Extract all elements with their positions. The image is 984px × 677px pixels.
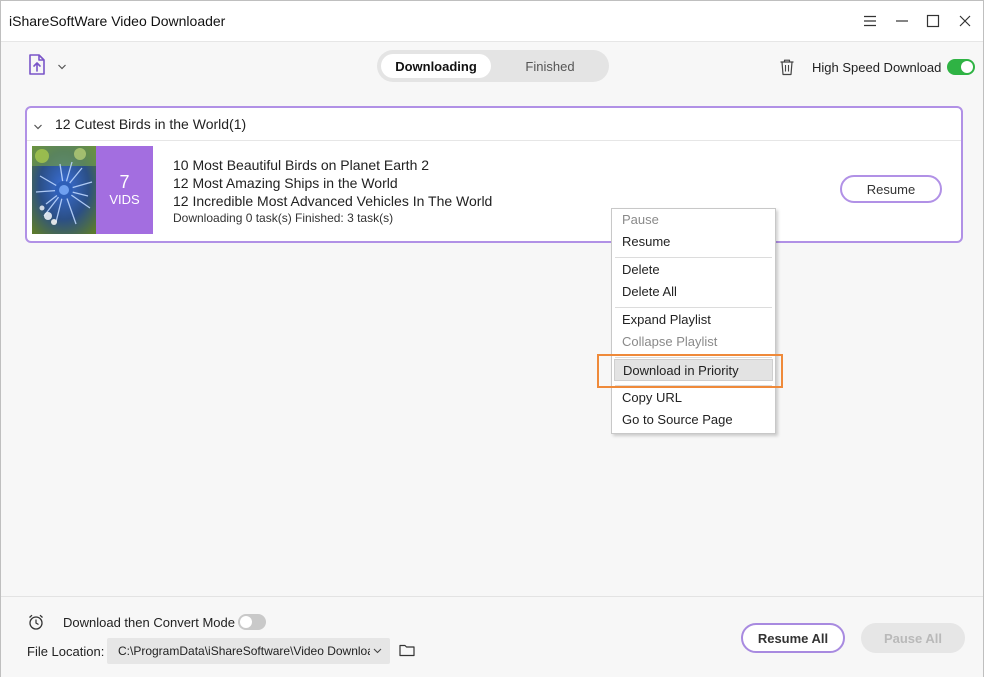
menu-item-expand-playlist[interactable]: Expand Playlist (612, 309, 775, 331)
menu-item-resume[interactable]: Resume (612, 231, 775, 253)
playlist-card: 12 Cutest Birds in the World(1) 7 VIDS 1… (25, 106, 963, 243)
playlist-title: 12 Cutest Birds in the World(1) (55, 116, 247, 132)
menu-icon[interactable] (859, 11, 881, 31)
resume-button[interactable]: Resume (840, 175, 942, 203)
context-menu: Pause Resume Delete Delete All Expand Pl… (611, 208, 776, 434)
vids-badge: 7 VIDS (96, 146, 153, 234)
app-window: iShareSoftWare Video Downloader Download… (0, 0, 984, 677)
footer-bar: Download then Convert Mode File Location… (1, 596, 983, 677)
toolbar: Downloading Finished High Speed Download (1, 42, 983, 90)
vids-label: VIDS (109, 192, 140, 207)
menu-item-delete-all[interactable]: Delete All (612, 281, 775, 303)
maximize-icon[interactable] (922, 11, 944, 31)
list-item: 12 Incredible Most Advanced Vehicles In … (173, 193, 493, 209)
trash-icon[interactable] (779, 58, 795, 76)
folder-icon[interactable] (399, 643, 415, 662)
tab-finished[interactable]: Finished (495, 54, 605, 78)
playlist-thumbnail (32, 146, 96, 234)
add-url-button[interactable] (27, 53, 75, 82)
high-speed-download-label: High Speed Download (812, 60, 942, 75)
close-icon[interactable] (954, 11, 976, 31)
playlist-status: Downloading 0 task(s) Finished: 3 task(s… (173, 211, 394, 225)
convert-mode-toggle[interactable] (238, 614, 266, 630)
menu-separator (615, 257, 772, 258)
high-speed-download-toggle[interactable] (947, 59, 975, 75)
list-item: 12 Most Amazing Ships in the World (173, 175, 398, 191)
file-location-select[interactable]: C:\ProgramData\iShareSoftware\Video Down… (107, 638, 390, 664)
playlist-header: 12 Cutest Birds in the World(1) (27, 108, 961, 141)
vids-count: 7 (119, 172, 130, 192)
menu-item-delete[interactable]: Delete (612, 259, 775, 281)
menu-item-go-to-source-page[interactable]: Go to Source Page (612, 409, 775, 431)
list-item: 10 Most Beautiful Birds on Planet Earth … (173, 157, 430, 173)
app-title: iShareSoftWare Video Downloader (9, 13, 226, 29)
menu-item-copy-url[interactable]: Copy URL (612, 387, 775, 409)
add-url-icon (27, 53, 47, 82)
resume-all-button[interactable]: Resume All (741, 623, 845, 653)
menu-item-pause[interactable]: Pause (612, 209, 775, 231)
file-location-value: C:\ProgramData\iShareSoftware\Video Down… (118, 644, 370, 658)
highlight-annotation-box (597, 354, 783, 388)
menu-item-collapse-playlist[interactable]: Collapse Playlist (612, 331, 775, 353)
menu-separator (615, 307, 772, 308)
download-tabs: Downloading Finished (377, 50, 609, 82)
chevron-down-icon[interactable] (57, 58, 67, 76)
chevron-down-icon (373, 638, 382, 664)
convert-mode-label: Download then Convert Mode (63, 615, 235, 630)
playlist-items: 10 Most Beautiful Birds on Planet Earth … (173, 156, 492, 210)
collapse-chevron-icon[interactable] (33, 118, 43, 136)
file-location-label: File Location: (27, 644, 105, 659)
tab-downloading[interactable]: Downloading (381, 54, 491, 78)
title-bar: iShareSoftWare Video Downloader (1, 1, 983, 42)
minimize-icon[interactable] (891, 11, 913, 31)
pause-all-button[interactable]: Pause All (861, 623, 965, 653)
alarm-clock-icon (27, 613, 45, 636)
